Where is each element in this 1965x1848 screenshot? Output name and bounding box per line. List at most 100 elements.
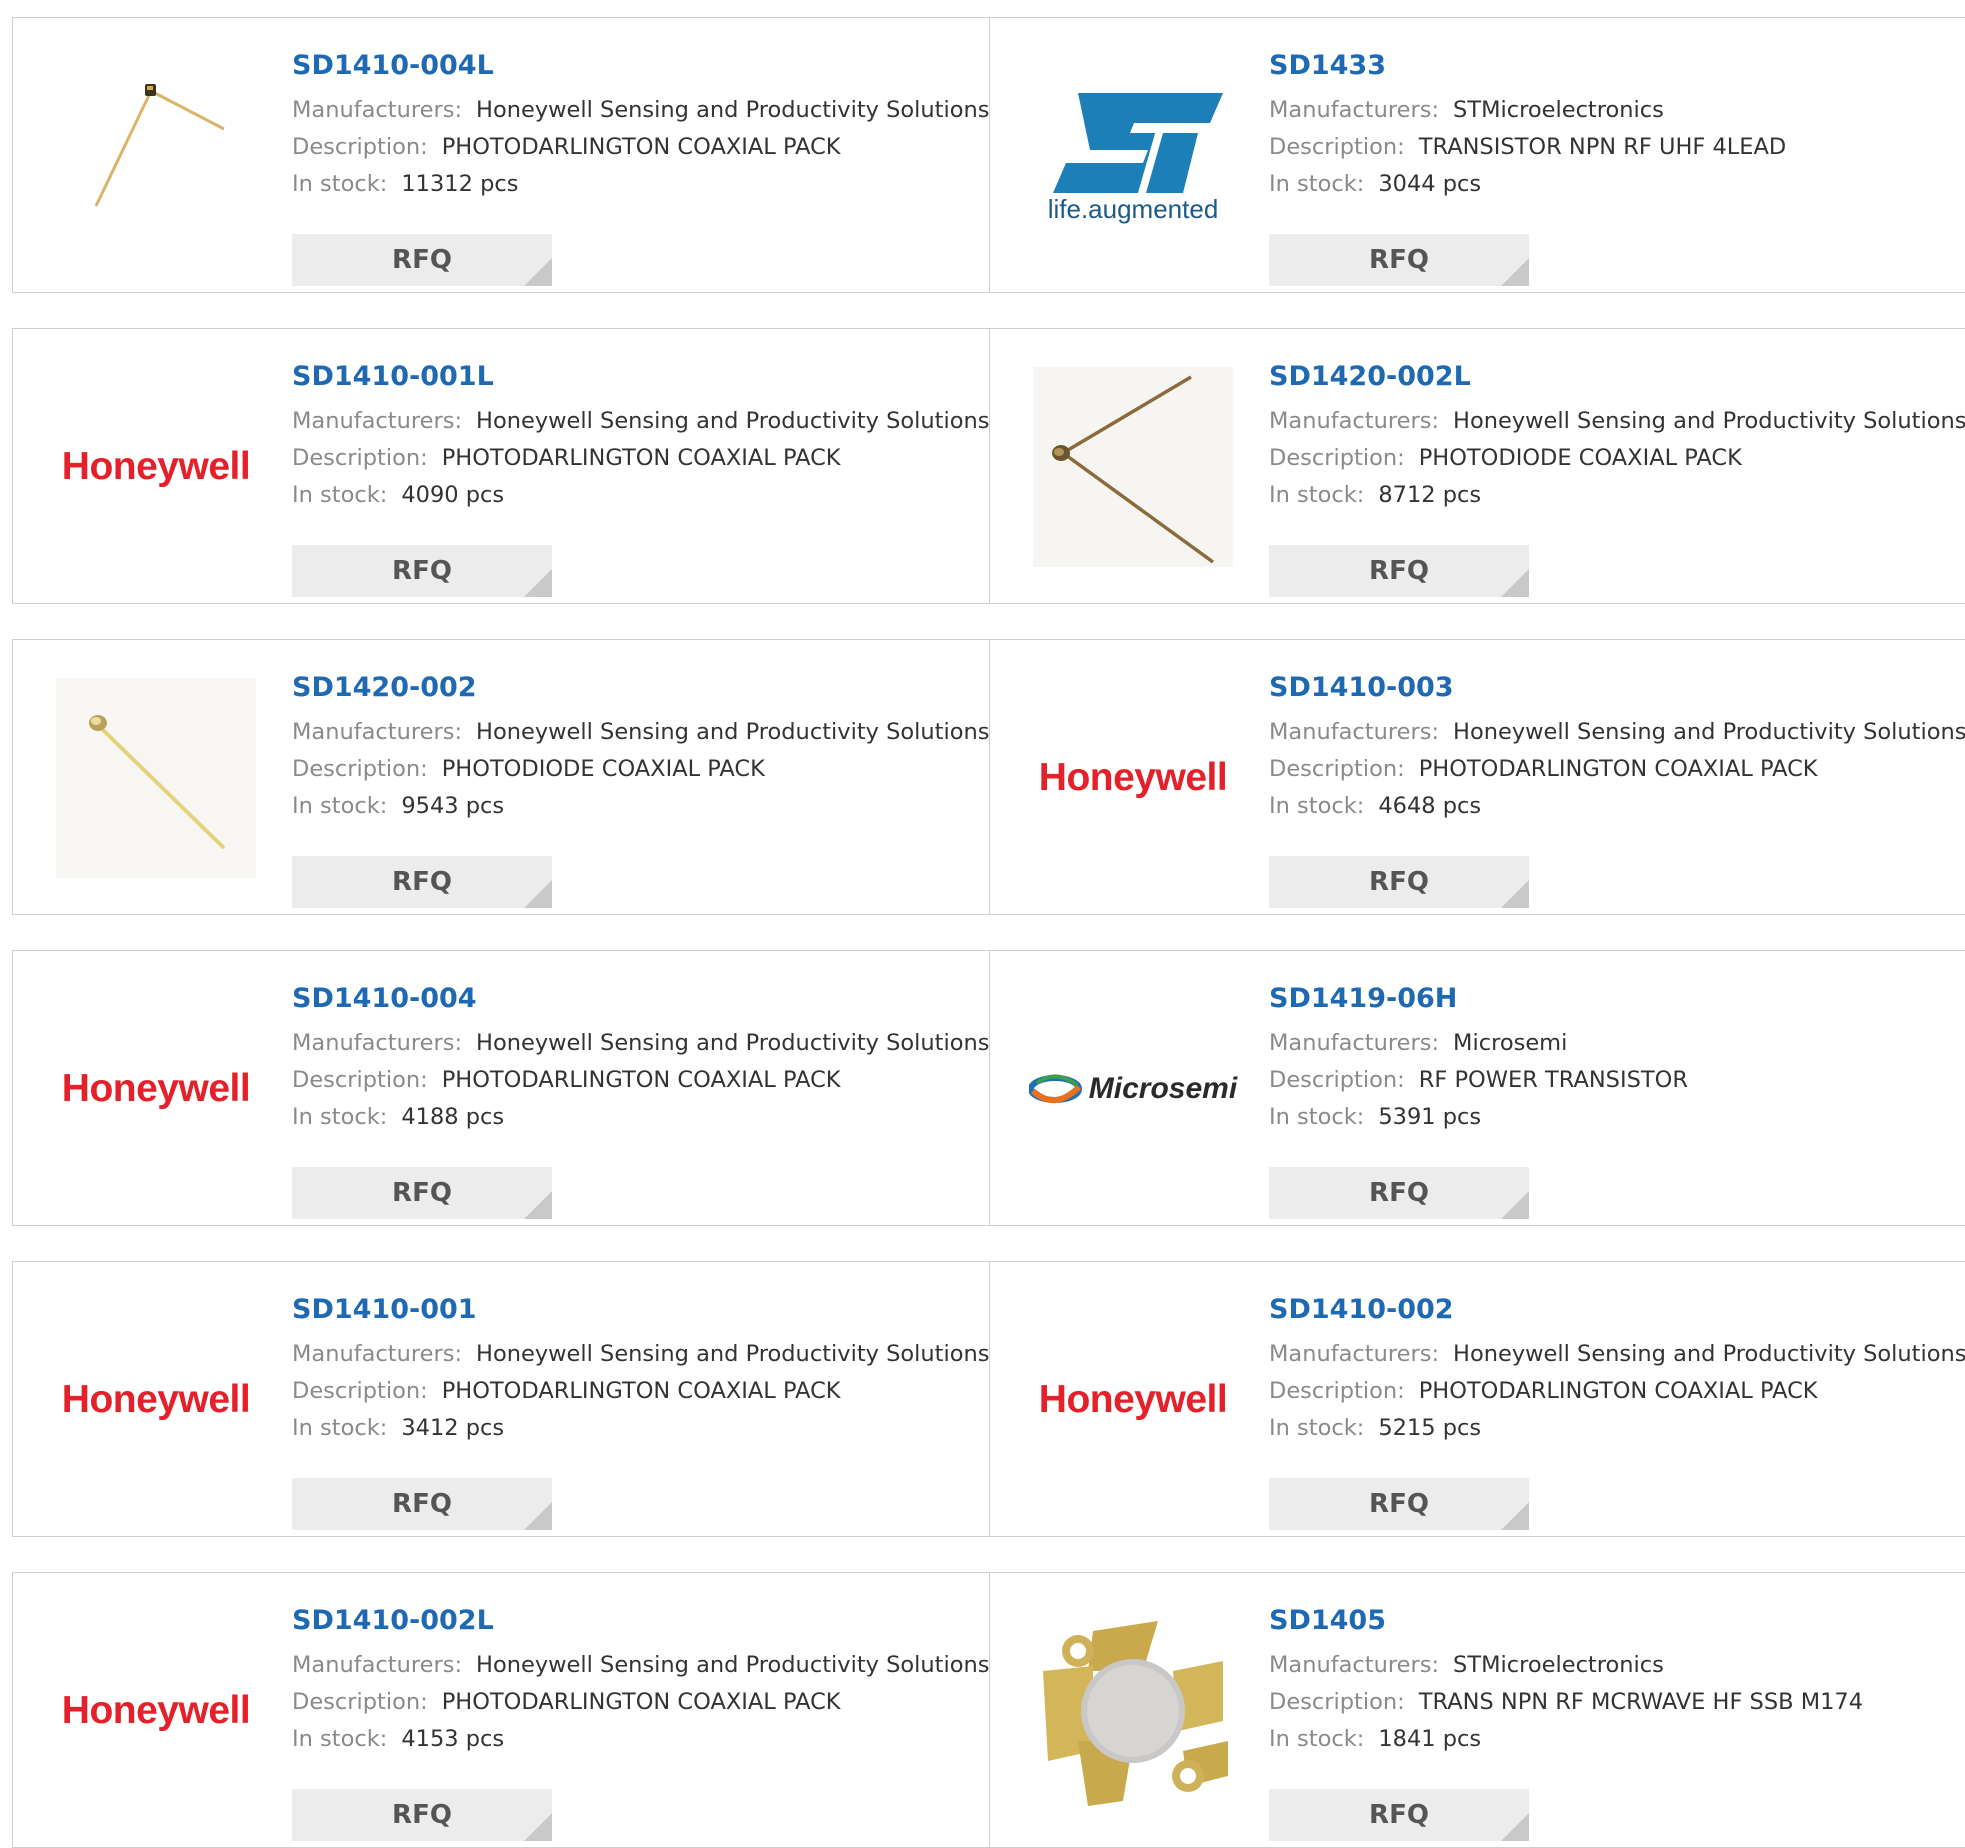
rfq-button[interactable]: RFQ bbox=[1269, 234, 1529, 286]
manufacturer-value: Honeywell Sensing and Productivity Solut… bbox=[1453, 408, 1965, 434]
product-image[interactable] bbox=[1028, 367, 1238, 567]
description-label: Description: bbox=[292, 445, 428, 471]
honeywell-logo: Honeywell bbox=[1038, 756, 1228, 799]
product-image[interactable]: Honeywell bbox=[51, 989, 261, 1189]
manufacturer-label: Manufacturers: bbox=[1269, 719, 1440, 745]
stock-value: 4153 pcs bbox=[401, 1726, 505, 1752]
part-number-link[interactable]: SD1420-002L bbox=[1269, 357, 1965, 397]
part-number-link[interactable]: SD1420-002 bbox=[292, 668, 979, 708]
rfq-button[interactable]: RFQ bbox=[1269, 1167, 1529, 1219]
description-value: PHOTODARLINGTON COAXIAL PACK bbox=[1418, 1378, 1818, 1404]
corner-triangle-icon bbox=[1501, 1191, 1529, 1219]
stock-value: 3412 pcs bbox=[401, 1415, 505, 1441]
st-logo: life.augmented bbox=[1028, 88, 1238, 225]
part-number-link[interactable]: SD1410-002L bbox=[292, 1601, 979, 1641]
description-value: PHOTODARLINGTON COAXIAL PACK bbox=[441, 445, 841, 471]
product-card: Honeywell SD1410-001L Manufacturers: Hone… bbox=[12, 328, 990, 604]
description-label: Description: bbox=[292, 1067, 428, 1093]
corner-triangle-icon bbox=[1501, 1813, 1529, 1841]
product-image[interactable] bbox=[51, 678, 261, 878]
stock-label: In stock: bbox=[1269, 1415, 1365, 1441]
rfq-button[interactable]: RFQ bbox=[292, 1478, 552, 1530]
microsemi-swoosh-icon bbox=[1028, 1074, 1082, 1103]
product-card: Honeywell SD1410-002L Manufacturers: Hone… bbox=[12, 1572, 990, 1848]
part-number-link[interactable]: SD1410-002 bbox=[1269, 1290, 1965, 1330]
product-image[interactable]: Honeywell bbox=[51, 1300, 261, 1500]
part-number-link[interactable]: SD1419-06H bbox=[1269, 979, 1965, 1019]
rfq-button[interactable]: RFQ bbox=[292, 856, 552, 908]
part-number-link[interactable]: SD1410-001L bbox=[292, 357, 979, 397]
manufacturer-value: Honeywell Sensing and Productivity Solut… bbox=[1453, 719, 1965, 745]
rfq-button[interactable]: RFQ bbox=[292, 234, 552, 286]
manufacturer-row: Manufacturers: Microsemi bbox=[1269, 1025, 1965, 1062]
stock-row: In stock: 1841 pcs bbox=[1269, 1721, 1965, 1758]
part-number-link[interactable]: SD1410-004 bbox=[292, 979, 979, 1019]
product-info: SD1410-002 Manufacturers: Honeywell Sensi… bbox=[1269, 1290, 1965, 1530]
stock-value: 11312 pcs bbox=[401, 171, 519, 197]
manufacturer-value: STMicroelectronics bbox=[1453, 1652, 1664, 1678]
st-logo-mark-icon bbox=[1053, 92, 1223, 193]
stock-row: In stock: 4153 pcs bbox=[292, 1721, 979, 1758]
product-info: SD1410-004L Manufacturers: Honeywell Sens… bbox=[292, 46, 990, 286]
product-image[interactable]: Honeywell bbox=[51, 367, 261, 567]
manufacturer-value: STMicroelectronics bbox=[1453, 97, 1664, 123]
part-number-link[interactable]: SD1410-001 bbox=[292, 1290, 979, 1330]
description-value: PHOTODIODE COAXIAL PACK bbox=[1418, 445, 1742, 471]
corner-triangle-icon bbox=[1501, 569, 1529, 597]
product-image[interactable]: Honeywell bbox=[1028, 678, 1238, 878]
rfq-button[interactable]: RFQ bbox=[292, 1167, 552, 1219]
stock-label: In stock: bbox=[1269, 793, 1365, 819]
product-image[interactable] bbox=[51, 56, 261, 256]
stock-label: In stock: bbox=[292, 1415, 388, 1441]
rfq-button[interactable]: RFQ bbox=[1269, 856, 1529, 908]
rfq-button-label: RFQ bbox=[1369, 1489, 1429, 1519]
rfq-button[interactable]: RFQ bbox=[1269, 1478, 1529, 1530]
description-row: Description: PHOTODIODE COAXIAL PACK bbox=[1269, 440, 1965, 477]
rfq-button[interactable]: RFQ bbox=[292, 1789, 552, 1841]
rfq-button[interactable]: RFQ bbox=[1269, 545, 1529, 597]
description-label: Description: bbox=[1269, 445, 1405, 471]
stock-label: In stock: bbox=[1269, 1104, 1365, 1130]
rfq-button[interactable]: RFQ bbox=[1269, 1789, 1529, 1841]
part-number-link[interactable]: SD1410-003 bbox=[1269, 668, 1965, 708]
stock-value: 1841 pcs bbox=[1378, 1726, 1482, 1752]
stock-label: In stock: bbox=[292, 793, 388, 819]
description-label: Description: bbox=[1269, 1378, 1405, 1404]
microsemi-logo: Microsemi bbox=[1028, 1071, 1237, 1107]
description-value: TRANSISTOR NPN RF UHF 4LEAD bbox=[1418, 134, 1787, 160]
rfq-button[interactable]: RFQ bbox=[292, 545, 552, 597]
description-row: Description: TRANSISTOR NPN RF UHF 4LEAD bbox=[1269, 129, 1965, 166]
product-card: Honeywell SD1410-004 Manufacturers: Honey… bbox=[12, 950, 990, 1226]
manufacturer-row: Manufacturers: Honeywell Sensing and Prod… bbox=[292, 1336, 990, 1373]
stock-label: In stock: bbox=[292, 171, 388, 197]
part-number-link[interactable]: SD1410-004L bbox=[292, 46, 979, 86]
product-image[interactable]: Honeywell bbox=[1028, 1300, 1238, 1500]
manufacturer-label: Manufacturers: bbox=[292, 1030, 463, 1056]
stock-label: In stock: bbox=[1269, 1726, 1365, 1752]
rfq-button-label: RFQ bbox=[1369, 1178, 1429, 1208]
product-image[interactable]: Microsemi bbox=[1028, 989, 1238, 1189]
stock-row: In stock: 5215 pcs bbox=[1269, 1410, 1965, 1447]
corner-triangle-icon bbox=[524, 1502, 552, 1530]
product-info: SD1405 Manufacturers: STMicroelectronics … bbox=[1269, 1601, 1965, 1841]
part-number-link[interactable]: SD1405 bbox=[1269, 1601, 1965, 1641]
honeywell-logo: Honeywell bbox=[1038, 1378, 1228, 1421]
description-value: PHOTODARLINGTON COAXIAL PACK bbox=[441, 1378, 841, 1404]
description-value: PHOTODARLINGTON COAXIAL PACK bbox=[441, 134, 841, 160]
product-info: SD1410-003 Manufacturers: Honeywell Sensi… bbox=[1269, 668, 1965, 908]
product-image[interactable]: Honeywell bbox=[51, 1611, 261, 1811]
stock-label: In stock: bbox=[1269, 171, 1365, 197]
rfq-button-label: RFQ bbox=[392, 1800, 452, 1830]
corner-triangle-icon bbox=[524, 569, 552, 597]
product-card: SD1420-002L Manufacturers: Honeywell Sens… bbox=[989, 328, 1965, 604]
product-info: SD1420-002L Manufacturers: Honeywell Sens… bbox=[1269, 357, 1965, 597]
description-value: TRANS NPN RF MCRWAVE HF SSB M174 bbox=[1418, 1689, 1864, 1715]
description-value: PHOTODARLINGTON COAXIAL PACK bbox=[1418, 756, 1818, 782]
rfq-button-label: RFQ bbox=[1369, 867, 1429, 897]
part-number-link[interactable]: SD1433 bbox=[1269, 46, 1965, 86]
product-image[interactable] bbox=[1028, 1611, 1238, 1811]
manufacturer-label: Manufacturers: bbox=[1269, 408, 1440, 434]
product-card: SD1405 Manufacturers: STMicroelectronics … bbox=[989, 1572, 1965, 1848]
rfq-button-label: RFQ bbox=[1369, 1800, 1429, 1830]
product-image[interactable]: life.augmented bbox=[1028, 56, 1238, 256]
